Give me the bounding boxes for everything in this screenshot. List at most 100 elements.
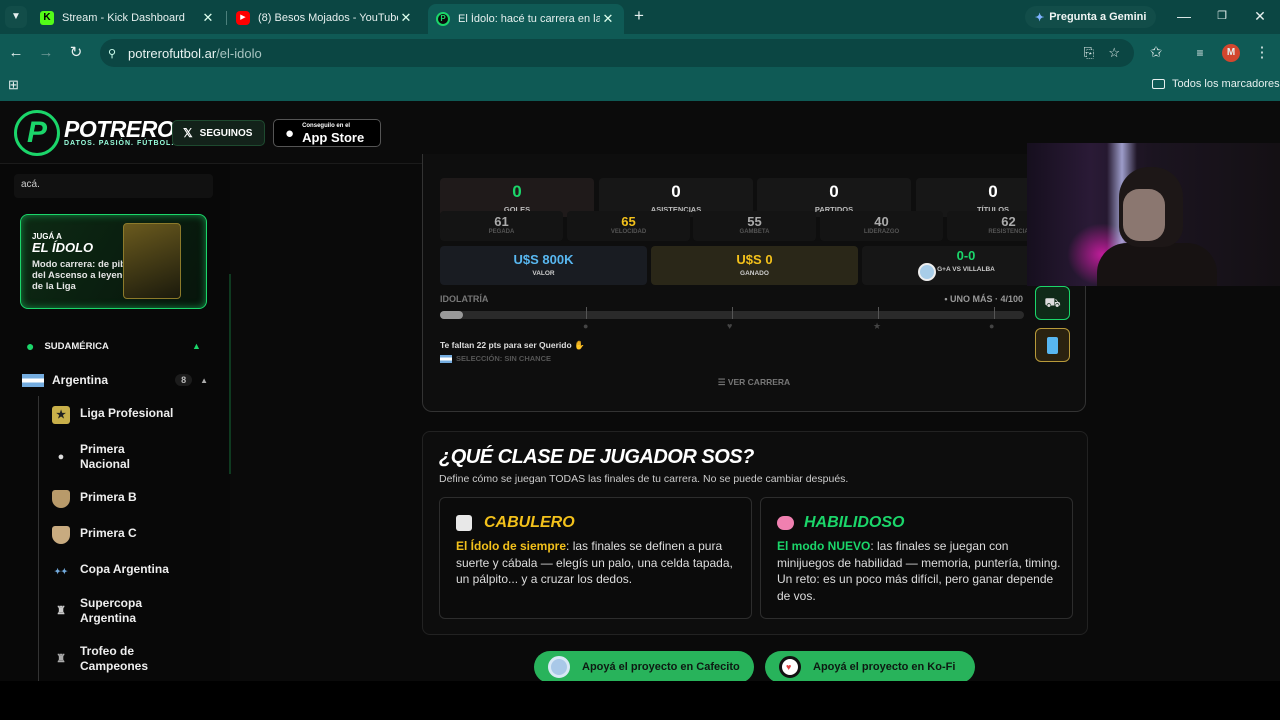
bookmark-star-icon[interactable]: ☆ bbox=[1108, 45, 1120, 61]
money-ganado: U$S 0 GANADO bbox=[651, 246, 858, 285]
x-follow-button[interactable]: 𝕏 SEGUINOS bbox=[172, 120, 265, 146]
league-label: Liga Profesional bbox=[80, 406, 174, 420]
forward-button[interactable]: → bbox=[36, 43, 56, 63]
app-store-text: Conseguilo en el App Store bbox=[302, 121, 364, 145]
tab-youtube[interactable]: ▶ (8) Besos Mojados - YouTube ✕ bbox=[228, 5, 422, 31]
x-icon: 𝕏 bbox=[183, 126, 193, 140]
league-supercopa-argentina[interactable]: ♜ Supercopa Argentina bbox=[52, 596, 152, 626]
x-follow-label: SEGUINOS bbox=[199, 127, 253, 139]
option-title-text: CABULERO bbox=[484, 514, 575, 531]
country-argentina[interactable]: Argentina 8 ▲ bbox=[22, 372, 208, 388]
apple-icon: ● bbox=[285, 124, 295, 142]
gemini-button[interactable]: ✦ Pregunta a Gemini bbox=[1025, 6, 1157, 28]
apps-icon[interactable]: ⊞ bbox=[8, 77, 19, 93]
media-control-icon[interactable]: ≡ bbox=[1190, 43, 1210, 63]
extensions-icon[interactable]: ✩ bbox=[1146, 43, 1166, 63]
el-idolo-promo[interactable]: JUGÁ A EL ÍDOLO Modo carrera: de pibe de… bbox=[20, 214, 207, 309]
profile-avatar[interactable]: M bbox=[1222, 44, 1240, 62]
bottom-bar bbox=[0, 681, 1280, 720]
league-copa-argentina[interactable]: ✦✦ Copa Argentina bbox=[52, 562, 169, 580]
attr-liderazgo: 40 LIDERAZGO bbox=[820, 211, 943, 241]
stars-icon: ✦✦ bbox=[54, 566, 68, 576]
close-window-button[interactable]: ✕ bbox=[1250, 8, 1270, 25]
tab-el-idolo[interactable]: P El Ídolo: hacé tu carrera en la Li ✕ bbox=[428, 4, 624, 34]
potrero-icon: P bbox=[436, 12, 450, 26]
league-label: Trofeo de Campeones bbox=[80, 644, 149, 673]
webcam-person-face bbox=[1123, 189, 1165, 241]
player-card-image bbox=[123, 223, 181, 299]
league-primera-nacional[interactable]: ● Primera Nacional bbox=[52, 442, 142, 472]
reload-button[interactable]: ↻ bbox=[66, 43, 86, 63]
option-cabulero[interactable]: CABULERO El Ídolo de siempre: las finale… bbox=[439, 497, 752, 619]
option-habilidoso[interactable]: HABILIDOSO El modo NUEVO: las finales se… bbox=[760, 497, 1073, 619]
chevron-up-icon[interactable]: ▲ bbox=[200, 376, 208, 385]
tab-search-button[interactable]: ▼ bbox=[5, 6, 27, 28]
league-liga-profesional[interactable]: ★ Liga Profesional bbox=[52, 406, 173, 424]
browser-chrome: ▼ K Stream - Kick Dashboard ✕ ▶ (8) Beso… bbox=[0, 0, 1280, 101]
region-sudamerica[interactable]: ● SUDAMÉRICA ▲ bbox=[26, 338, 201, 354]
chevron-up-icon[interactable]: ▲ bbox=[192, 341, 201, 351]
close-icon[interactable]: ✕ bbox=[600, 11, 616, 27]
attr-value: 61 bbox=[494, 214, 509, 229]
shield-icon bbox=[52, 490, 70, 508]
map-pin-icon: ● bbox=[26, 338, 35, 354]
kick-icon: K bbox=[40, 11, 54, 25]
app-store-big: App Store bbox=[302, 130, 365, 145]
app-store-button[interactable]: ● Conseguilo en el App Store bbox=[273, 119, 381, 147]
shop-button[interactable]: ⛟ bbox=[1035, 286, 1070, 320]
cafecito-button[interactable]: Apoyá el proyecto en Cafecito bbox=[534, 651, 754, 681]
all-bookmarks[interactable]: Todos los marcadores bbox=[1152, 78, 1280, 90]
close-icon[interactable]: ✕ bbox=[200, 10, 216, 26]
seleccion-status: SELECCIÓN: SIN CHANCE bbox=[440, 354, 551, 363]
tab-strip: ▼ K Stream - Kick Dashboard ✕ ▶ (8) Beso… bbox=[0, 0, 1280, 34]
idolatria-status-text: UNO MÁS · 4/100 bbox=[949, 294, 1023, 304]
new-tab-button[interactable]: + bbox=[629, 6, 649, 26]
gemini-icon: ✦ bbox=[1035, 11, 1045, 24]
install-app-icon[interactable]: ⎘ bbox=[1084, 45, 1094, 61]
league-label: Primera C bbox=[80, 526, 137, 540]
ver-carrera-link[interactable]: ☰ VER CARRERA bbox=[423, 377, 1085, 388]
cafecito-label: Apoyá el proyecto en Cafecito bbox=[582, 661, 740, 673]
list-icon: ☰ bbox=[717, 377, 726, 387]
potrero-logo-icon[interactable]: P bbox=[14, 110, 60, 156]
thumb-icon: ● bbox=[583, 321, 589, 331]
kofi-label: Apoyá el proyecto en Ko-Fi bbox=[813, 661, 956, 673]
kit-button[interactable] bbox=[1035, 328, 1070, 362]
jersey-icon bbox=[1047, 337, 1058, 354]
folder-icon bbox=[1152, 79, 1165, 89]
tab-kick[interactable]: K Stream - Kick Dashboard ✕ bbox=[32, 5, 224, 31]
tab-divider bbox=[226, 11, 227, 25]
webcam-person-body bbox=[1097, 243, 1217, 286]
stat-value: 0 bbox=[829, 182, 839, 201]
webcam-overlay bbox=[1027, 143, 1280, 286]
option-lead: El Ídolo de siempre bbox=[456, 539, 567, 553]
player-type-quiz: ¿QUÉ CLASE DE JUGADOR SOS? Define cómo s… bbox=[422, 431, 1088, 635]
attr-gambeta: 55 GAMBETA bbox=[693, 211, 816, 241]
maximize-button[interactable]: ❐ bbox=[1212, 9, 1232, 22]
league-primera-b[interactable]: Primera B bbox=[52, 490, 137, 508]
crown-icon: ● bbox=[989, 321, 995, 331]
quiz-title: ¿QUÉ CLASE DE JUGADOR SOS? bbox=[439, 446, 754, 468]
kofi-button[interactable]: ♥ Apoyá el proyecto en Ko-Fi bbox=[765, 651, 975, 681]
league-trofeo-de-campeones[interactable]: ♜ Trofeo de Campeones bbox=[52, 644, 162, 674]
country-count: 8 bbox=[175, 374, 193, 386]
address-bar[interactable]: ⚲ potrerofutbol.ar/el-idolo ⎘ ☆ bbox=[100, 39, 1134, 67]
minimize-button[interactable]: — bbox=[1174, 8, 1194, 24]
menu-icon[interactable]: ⋮ bbox=[1252, 43, 1272, 63]
league-primera-c[interactable]: Primera C bbox=[52, 526, 137, 544]
close-icon[interactable]: ✕ bbox=[398, 10, 414, 26]
trophy-icon: ★ bbox=[52, 406, 70, 424]
attr-label: PEGADA bbox=[488, 229, 515, 235]
money-value: U$S 0 bbox=[736, 252, 773, 267]
bookmarks-bar: ⊞ Todos los marcadores bbox=[0, 72, 1280, 101]
quiz-subtitle: Define cómo se juegan TODAS las finales … bbox=[439, 473, 849, 485]
money-valor: U$S 800K VALOR bbox=[440, 246, 647, 285]
back-button[interactable]: ← bbox=[6, 43, 26, 63]
site-info-icon[interactable]: ⚲ bbox=[108, 47, 116, 60]
attr-value: 65 bbox=[621, 214, 636, 229]
url-path: /el-idolo bbox=[216, 45, 262, 61]
dice-icon bbox=[456, 515, 472, 531]
tab-title: El Ídolo: hacé tu carrera en la Li bbox=[458, 13, 600, 25]
option-title-text: HABILIDOSO bbox=[804, 514, 905, 531]
logo-name[interactable]: POTRERO bbox=[64, 116, 175, 143]
